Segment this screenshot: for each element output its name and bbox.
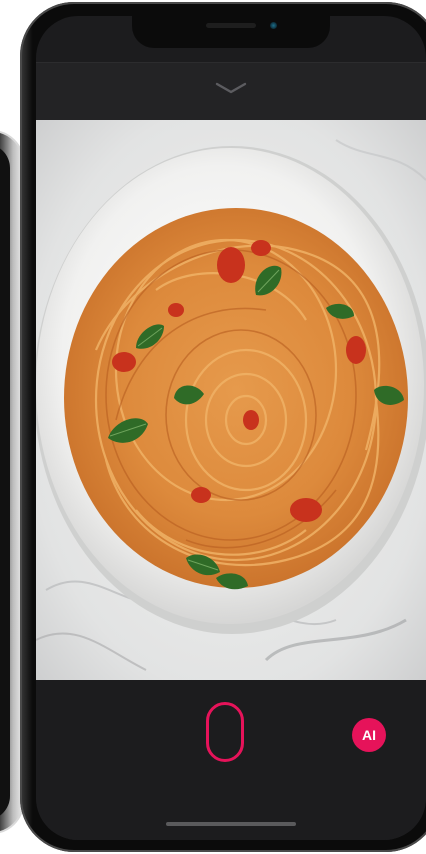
collapse-sheet-header[interactable] [36, 62, 426, 121]
app-stage: AI [0, 0, 426, 854]
front-camera-icon [270, 22, 277, 29]
phone-notch [132, 16, 330, 48]
shutter-button[interactable] [206, 702, 244, 762]
earpiece-speaker [206, 23, 256, 28]
camera-screen: AI [36, 16, 426, 840]
spaghetti-plate-icon [36, 120, 426, 680]
ai-button[interactable]: AI [352, 718, 386, 752]
background-phone-screen [0, 144, 10, 820]
camera-preview-photo[interactable] [36, 120, 426, 680]
phone-frame: AI [20, 2, 426, 852]
home-indicator[interactable] [166, 822, 296, 826]
chevron-down-icon[interactable] [213, 79, 249, 99]
camera-controls-bar: AI [36, 680, 426, 840]
